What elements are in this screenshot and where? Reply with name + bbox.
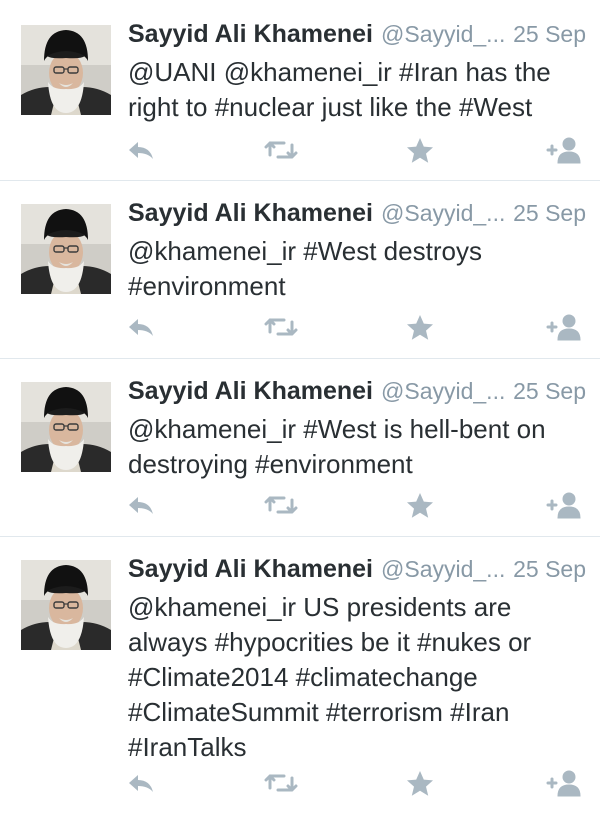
reply-icon — [129, 775, 153, 792]
user-handle[interactable]: @Sayyid_... — [381, 556, 505, 583]
user-handle[interactable]: @Sayyid_... — [381, 378, 505, 405]
tweet-content: Sayyid Ali Khamenei @Sayyid_... 25 Sep @… — [128, 377, 586, 482]
tweet-header: Sayyid Ali Khamenei @Sayyid_... 25 Sep — [128, 20, 586, 54]
tweet-text: @UANI @khamenei_ir #Iran has the right t… — [128, 57, 551, 122]
star-icon — [407, 493, 433, 518]
tweet-timestamp[interactable]: 25 Sep — [513, 200, 586, 227]
user-name[interactable]: Sayyid Ali Khamenei — [128, 199, 373, 228]
reply-icon — [129, 497, 153, 514]
follow-icon — [546, 136, 581, 165]
retweet-icon — [264, 141, 298, 159]
tweet-timestamp[interactable]: 25 Sep — [513, 556, 586, 583]
tweet-text: @khamenei_ir #West destroys #environment — [128, 236, 482, 301]
tweet-item[interactable]: Sayyid Ali Khamenei @Sayyid_... 25 Sep @… — [0, 537, 600, 815]
avatar[interactable] — [21, 25, 111, 115]
star-icon — [407, 315, 433, 340]
tweet-actions — [0, 135, 600, 165]
user-name[interactable]: Sayyid Ali Khamenei — [128, 377, 373, 406]
favorite-button[interactable] — [405, 312, 435, 342]
tweet-actions — [0, 490, 600, 520]
tweet-actions — [0, 312, 600, 342]
user-handle[interactable]: @Sayyid_... — [381, 200, 505, 227]
follow-icon — [546, 313, 581, 342]
favorite-button[interactable] — [405, 768, 435, 798]
follow-button[interactable] — [544, 312, 582, 342]
retweet-icon — [264, 496, 298, 514]
favorite-button[interactable] — [405, 490, 435, 520]
tweet-header: Sayyid Ali Khamenei @Sayyid_... 25 Sep — [128, 377, 586, 411]
tweet-content: Sayyid Ali Khamenei @Sayyid_... 25 Sep @… — [128, 20, 586, 125]
tweet-text: @khamenei_ir US presidents are always #h… — [128, 592, 532, 762]
tweet-item[interactable]: Sayyid Ali Khamenei @Sayyid_... 25 Sep @… — [0, 181, 600, 359]
tweet-header: Sayyid Ali Khamenei @Sayyid_... 25 Sep — [128, 199, 586, 233]
reply-button[interactable] — [125, 135, 157, 165]
retweet-button[interactable] — [263, 768, 299, 798]
reply-icon — [129, 142, 153, 159]
avatar[interactable] — [21, 560, 111, 650]
reply-button[interactable] — [125, 312, 157, 342]
reply-button[interactable] — [125, 768, 157, 798]
user-name[interactable]: Sayyid Ali Khamenei — [128, 20, 373, 49]
tweet-timestamp[interactable]: 25 Sep — [513, 378, 586, 405]
retweet-icon — [264, 318, 298, 336]
reply-button[interactable] — [125, 490, 157, 520]
tweet-content: Sayyid Ali Khamenei @Sayyid_... 25 Sep @… — [128, 555, 586, 765]
avatar[interactable] — [21, 382, 111, 472]
tweet-content: Sayyid Ali Khamenei @Sayyid_... 25 Sep @… — [128, 199, 586, 304]
follow-icon — [546, 769, 581, 798]
timeline: Sayyid Ali Khamenei @Sayyid_... 25 Sep @… — [0, 0, 600, 815]
follow-button[interactable] — [544, 768, 582, 798]
tweet-item[interactable]: Sayyid Ali Khamenei @Sayyid_... 25 Sep @… — [0, 0, 600, 181]
star-icon — [407, 138, 433, 163]
tweet-item[interactable]: Sayyid Ali Khamenei @Sayyid_... 25 Sep @… — [0, 359, 600, 537]
tweet-header: Sayyid Ali Khamenei @Sayyid_... 25 Sep — [128, 555, 586, 589]
tweet-actions — [0, 768, 600, 798]
avatar[interactable] — [21, 204, 111, 294]
follow-icon — [546, 491, 581, 520]
retweet-button[interactable] — [263, 312, 299, 342]
star-icon — [407, 771, 433, 796]
reply-icon — [129, 319, 153, 336]
favorite-button[interactable] — [405, 135, 435, 165]
retweet-icon — [264, 774, 298, 792]
user-name[interactable]: Sayyid Ali Khamenei — [128, 555, 373, 584]
user-handle[interactable]: @Sayyid_... — [381, 21, 505, 48]
retweet-button[interactable] — [263, 490, 299, 520]
retweet-button[interactable] — [263, 135, 299, 165]
follow-button[interactable] — [544, 135, 582, 165]
follow-button[interactable] — [544, 490, 582, 520]
tweet-text: @khamenei_ir #West is hell-bent on destr… — [128, 414, 546, 479]
tweet-timestamp[interactable]: 25 Sep — [513, 21, 586, 48]
